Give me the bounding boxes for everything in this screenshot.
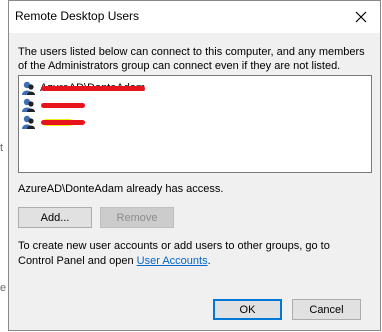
close-button[interactable]: [348, 5, 374, 29]
background-text: e: [0, 282, 7, 294]
background-text: t: [0, 142, 4, 154]
list-item[interactable]: [21, 97, 40, 113]
background-window-edge: t e: [0, 0, 8, 332]
user-accounts-link[interactable]: User Accounts: [137, 255, 208, 267]
close-icon: [355, 11, 367, 23]
redaction-mark: [41, 103, 85, 108]
users-list[interactable]: AzureAD\DonteAdam: [18, 75, 372, 173]
add-button[interactable]: Add...: [18, 207, 92, 228]
user-icon: [22, 115, 35, 129]
ok-button[interactable]: OK: [213, 299, 282, 320]
user-icon: [22, 98, 35, 112]
cancel-button[interactable]: Cancel: [292, 299, 361, 320]
help-text: To create new user accounts or add users…: [18, 239, 368, 269]
redaction-mark: [41, 86, 145, 91]
user-icon: [22, 81, 35, 95]
title-bar: Remote Desktop Users: [9, 1, 380, 33]
remote-desktop-users-dialog: Remote Desktop Users The users listed be…: [8, 0, 381, 331]
redaction-mark: [41, 120, 85, 125]
dialog-title: Remote Desktop Users: [15, 9, 140, 23]
intro-text: The users listed below can connect to th…: [18, 46, 365, 72]
access-message: AzureAD\DonteAdam already has access.: [18, 183, 224, 195]
help-text-suffix: .: [207, 255, 211, 267]
remove-button[interactable]: Remove: [100, 207, 174, 228]
list-item[interactable]: [21, 114, 40, 130]
